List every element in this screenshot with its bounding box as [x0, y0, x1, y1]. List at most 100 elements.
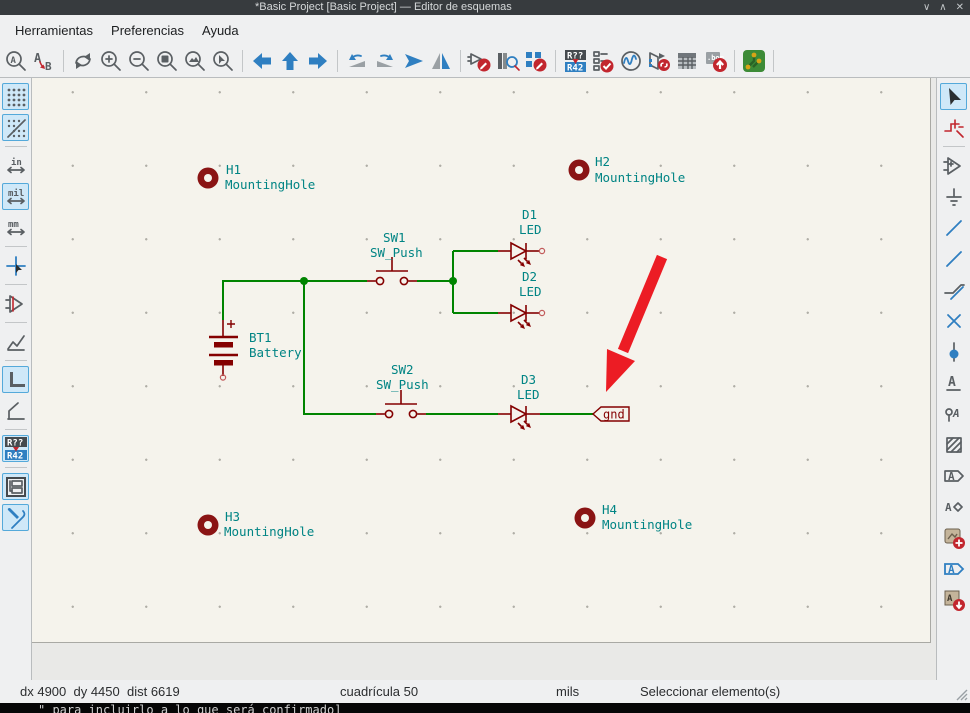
menu-preferencias[interactable]: Preferencias: [102, 19, 193, 42]
units-inches-icon[interactable]: in: [2, 152, 29, 179]
component-h4[interactable]: H4 MountingHole: [575, 502, 693, 532]
hierarchical-sheet-icon[interactable]: [940, 524, 967, 551]
main-toolbar: A A B: [0, 45, 970, 78]
annotation-icon[interactable]: R?? R42: [2, 435, 29, 462]
pcb-editor-icon[interactable]: [740, 47, 768, 75]
properties-tools-icon[interactable]: [2, 504, 29, 531]
gnd-label[interactable]: gnd: [593, 407, 629, 422]
status-coordinates: dx 4900 dy 4450 dist 6619: [20, 684, 180, 699]
component-d1[interactable]: D1 LED: [498, 207, 545, 267]
grid-override-icon[interactable]: [2, 114, 29, 141]
hierarchical-label-icon[interactable]: A: [940, 555, 967, 582]
highlight-net-icon[interactable]: [940, 114, 967, 141]
zoom-in-icon[interactable]: [97, 47, 125, 75]
draw-wire-icon[interactable]: [940, 214, 967, 241]
symbol-fields-table-icon[interactable]: [673, 47, 701, 75]
erc-icon[interactable]: [589, 47, 617, 75]
text-variables-icon[interactable]: A B: [30, 47, 58, 75]
annotate-icon[interactable]: R?? R42: [561, 47, 589, 75]
svg-text:D2: D2: [522, 269, 537, 284]
lines-any-angle-icon[interactable]: [2, 397, 29, 424]
junction-icon[interactable]: [940, 338, 967, 365]
svg-text:LED: LED: [519, 222, 542, 237]
select-cursor-icon[interactable]: [940, 83, 967, 110]
symbol-library-browser-icon[interactable]: [494, 47, 522, 75]
svg-text:D1: D1: [522, 207, 537, 222]
zoom-out-icon[interactable]: [125, 47, 153, 75]
no-connect-icon[interactable]: [940, 307, 967, 334]
symbol-editor-icon[interactable]: [466, 47, 494, 75]
zoom-objects-icon[interactable]: [181, 47, 209, 75]
svg-text:H4: H4: [602, 502, 617, 517]
svg-text:BT1: BT1: [249, 330, 272, 345]
resize-grip-icon[interactable]: [954, 687, 968, 701]
global-label-icon[interactable]: A: [940, 462, 967, 489]
cursor-shape-icon[interactable]: [2, 252, 29, 279]
window-title: *Basic Project [Basic Project] — Editor …: [255, 0, 512, 15]
right-toolbar: A A A A A A: [936, 78, 970, 680]
component-d2[interactable]: D2 LED: [498, 269, 545, 329]
svg-text:A: A: [11, 56, 17, 66]
svg-text:mm: mm: [8, 220, 19, 230]
menu-herramientas[interactable]: Herramientas: [6, 19, 102, 42]
sheet-pin-icon[interactable]: A: [940, 586, 967, 613]
place-symbol-icon[interactable]: [940, 152, 967, 179]
svg-text:SW_Push: SW_Push: [370, 245, 423, 260]
minimize-icon[interactable]: ∨: [923, 0, 930, 15]
place-text-icon[interactable]: A: [940, 369, 967, 396]
svg-text:Battery: Battery: [249, 345, 302, 360]
nav-up-icon[interactable]: [276, 47, 304, 75]
component-d3[interactable]: D3 LED: [498, 372, 540, 430]
component-h2[interactable]: H2 MountingHole: [569, 154, 686, 185]
canvas-area[interactable]: H1 MountingHole H2 MountingHole H3 Mount…: [32, 78, 936, 680]
nav-back-icon[interactable]: [248, 47, 276, 75]
place-power-port-icon[interactable]: [940, 183, 967, 210]
svg-text:LED: LED: [519, 284, 542, 299]
hierarchy-navigator-icon[interactable]: [2, 473, 29, 500]
leave-sheet-icon[interactable]: [399, 47, 427, 75]
svg-text:A: A: [952, 407, 960, 420]
units-mm-icon[interactable]: mm: [2, 214, 29, 241]
zoom-selection-icon[interactable]: [209, 47, 237, 75]
rule-area-icon[interactable]: [940, 431, 967, 458]
schematic-sheet[interactable]: H1 MountingHole H2 MountingHole H3 Mount…: [32, 78, 931, 643]
hidden-pins-icon[interactable]: [2, 290, 29, 317]
redo-icon[interactable]: [371, 47, 399, 75]
nav-forward-icon[interactable]: [304, 47, 332, 75]
component-sw2[interactable]: SW2 SW_Push: [376, 362, 429, 418]
export-bom-icon[interactable]: .bom: [701, 47, 729, 75]
status-grid: cuadrícula 50: [340, 684, 418, 699]
net-label-icon[interactable]: A: [940, 400, 967, 427]
component-h1[interactable]: H1 MountingHole: [198, 162, 316, 192]
undo-icon[interactable]: [343, 47, 371, 75]
svg-text:SW1: SW1: [383, 230, 406, 245]
svg-text:MountingHole: MountingHole: [225, 177, 315, 192]
netclass-directive-icon[interactable]: A: [940, 493, 967, 520]
edit-symbol-fields-icon[interactable]: [522, 47, 550, 75]
zoom-auto-icon[interactable]: A: [2, 47, 30, 75]
erc-markers-icon[interactable]: [2, 328, 29, 355]
caption-text: " para incluirlo a lo que será confirmad…: [38, 703, 341, 713]
simulator-icon[interactable]: [617, 47, 645, 75]
grid-dots-icon[interactable]: [2, 83, 29, 110]
main-area: in mil mm: [0, 78, 970, 680]
component-bt1[interactable]: BT1 Battery: [209, 320, 302, 380]
component-sw1[interactable]: SW1 SW_Push: [367, 230, 423, 285]
lines-90deg-icon[interactable]: [2, 366, 29, 393]
draw-bus-icon[interactable]: [940, 245, 967, 272]
close-icon[interactable]: ✕: [956, 0, 964, 15]
refresh-icon[interactable]: [69, 47, 97, 75]
menu-ayuda[interactable]: Ayuda: [193, 19, 248, 42]
svg-text:mil: mil: [8, 188, 24, 199]
junction-dot[interactable]: [449, 277, 457, 285]
maximize-icon[interactable]: ∧: [939, 0, 946, 15]
wire-to-bus-entry-icon[interactable]: [940, 276, 967, 303]
assign-footprints-icon[interactable]: [645, 47, 673, 75]
svg-text:MountingHole: MountingHole: [595, 170, 685, 185]
component-h3[interactable]: H3 MountingHole: [198, 509, 315, 539]
annotation-arrow: [606, 257, 662, 392]
junction-dot[interactable]: [300, 277, 308, 285]
zoom-fit-icon[interactable]: [153, 47, 181, 75]
sheet-hierarchy-icon[interactable]: [427, 47, 455, 75]
units-mils-icon[interactable]: mil: [2, 183, 29, 210]
